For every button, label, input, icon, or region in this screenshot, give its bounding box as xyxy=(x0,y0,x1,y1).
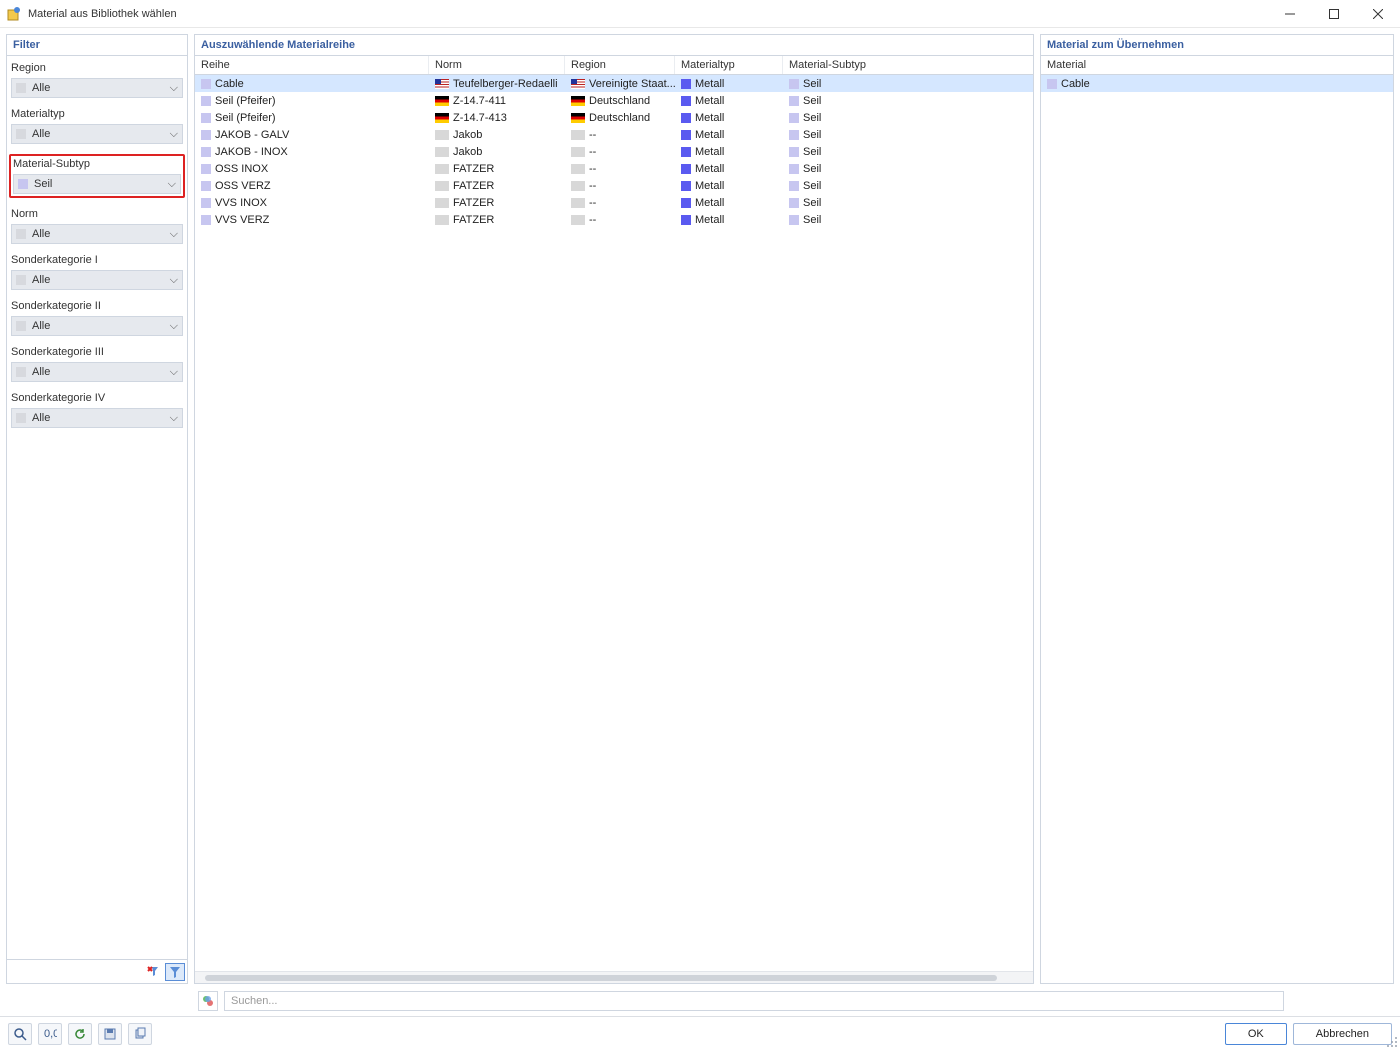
sk1-combo[interactable]: Alle⌵ xyxy=(11,270,183,290)
table-row[interactable]: OSS VERZFATZER--MetallSeil xyxy=(195,177,1033,194)
filter-icon[interactable] xyxy=(165,963,185,981)
sk4-label: Sonderkategorie IV xyxy=(11,392,183,404)
chevron-down-icon: ⌵ xyxy=(170,128,178,141)
copy-icon[interactable] xyxy=(128,1023,152,1045)
clear-filter-icon[interactable] xyxy=(143,963,163,981)
table-row[interactable]: OSS INOXFATZER--MetallSeil xyxy=(195,160,1033,177)
materialsubtyp-combo[interactable]: Seil⌵ xyxy=(13,174,181,194)
col-material[interactable]: Material xyxy=(1041,56,1393,74)
save-icon[interactable] xyxy=(98,1023,122,1045)
cancel-button[interactable]: Abbrechen xyxy=(1293,1023,1392,1045)
ok-button[interactable]: OK xyxy=(1225,1023,1287,1045)
sk3-combo[interactable]: Alle⌵ xyxy=(11,362,183,382)
materialsubtyp-label: Material-Subtyp xyxy=(13,158,181,170)
sk1-label: Sonderkategorie I xyxy=(11,254,183,266)
filter-panel: Filter Region Alle⌵ Materialtyp Alle⌵ Ma… xyxy=(6,34,188,984)
materialtyp-label: Materialtyp xyxy=(11,108,183,120)
table-row[interactable]: VVS INOXFATZER--MetallSeil xyxy=(195,194,1033,211)
app-icon xyxy=(6,6,22,22)
col-materialtyp[interactable]: Materialtyp xyxy=(675,56,783,74)
col-reihe[interactable]: Reihe xyxy=(195,56,429,74)
chevron-down-icon: ⌵ xyxy=(168,178,176,191)
table-row[interactable]: CableTeufelberger-RedaelliVereinigte Sta… xyxy=(195,75,1033,92)
filter-header: Filter xyxy=(7,35,187,56)
maximize-button[interactable] xyxy=(1312,0,1356,28)
table-row[interactable]: JAKOB - GALVJakob--MetallSeil xyxy=(195,126,1033,143)
window-title: Material aus Bibliothek wählen xyxy=(28,8,1268,20)
table-header-row: Reihe Norm Region Materialtyp Material-S… xyxy=(195,56,1033,75)
col-norm[interactable]: Norm xyxy=(429,56,565,74)
chevron-down-icon: ⌵ xyxy=(170,228,178,241)
search-input[interactable] xyxy=(224,991,1284,1011)
minimize-button[interactable] xyxy=(1268,0,1312,28)
sk2-label: Sonderkategorie II xyxy=(11,300,183,312)
sk3-label: Sonderkategorie III xyxy=(11,346,183,358)
chevron-down-icon: ⌵ xyxy=(170,366,178,379)
mid-header: Auszuwählende Materialreihe xyxy=(195,35,1033,56)
norm-label: Norm xyxy=(11,208,183,220)
horizontal-scrollbar[interactable] xyxy=(195,971,1033,983)
chevron-down-icon: ⌵ xyxy=(170,274,178,287)
table-row[interactable]: Seil (Pfeifer)Z-14.7-411DeutschlandMetal… xyxy=(195,92,1033,109)
region-combo[interactable]: Alle⌵ xyxy=(11,78,183,98)
chevron-down-icon: ⌵ xyxy=(170,82,178,95)
material-take-panel: Material zum Übernehmen Material Cable xyxy=(1040,34,1394,984)
right-header: Material zum Übernehmen xyxy=(1041,35,1393,56)
table-row[interactable]: Seil (Pfeifer)Z-14.7-413DeutschlandMetal… xyxy=(195,109,1033,126)
refresh-icon[interactable] xyxy=(68,1023,92,1045)
norm-combo[interactable]: Alle⌵ xyxy=(11,224,183,244)
close-button[interactable] xyxy=(1356,0,1400,28)
material-series-panel: Auszuwählende Materialreihe Reihe Norm R… xyxy=(194,34,1034,984)
region-label: Region xyxy=(11,62,183,74)
col-materialsubtyp[interactable]: Material-Subtyp xyxy=(783,56,889,74)
table-row[interactable]: VVS VERZFATZER--MetallSeil xyxy=(195,211,1033,228)
chevron-down-icon: ⌵ xyxy=(170,412,178,425)
units-icon[interactable]: 0,0 xyxy=(38,1023,62,1045)
chevron-down-icon: ⌵ xyxy=(170,320,178,333)
materialtyp-combo[interactable]: Alle⌵ xyxy=(11,124,183,144)
sk4-combo[interactable]: Alle⌵ xyxy=(11,408,183,428)
zoom-icon[interactable] xyxy=(8,1023,32,1045)
table-row[interactable]: Cable xyxy=(1041,75,1393,92)
resize-grip-icon[interactable] xyxy=(1384,1034,1398,1048)
col-region[interactable]: Region xyxy=(565,56,675,74)
titlebar: Material aus Bibliothek wählen xyxy=(0,0,1400,28)
search-mode-icon[interactable] xyxy=(198,991,218,1011)
sk2-combo[interactable]: Alle⌵ xyxy=(11,316,183,336)
bottombar: 0,0 OK Abbrechen xyxy=(0,1016,1400,1050)
table-row[interactable]: JAKOB - INOXJakob--MetallSeil xyxy=(195,143,1033,160)
svg-text:0,0: 0,0 xyxy=(44,1028,57,1040)
